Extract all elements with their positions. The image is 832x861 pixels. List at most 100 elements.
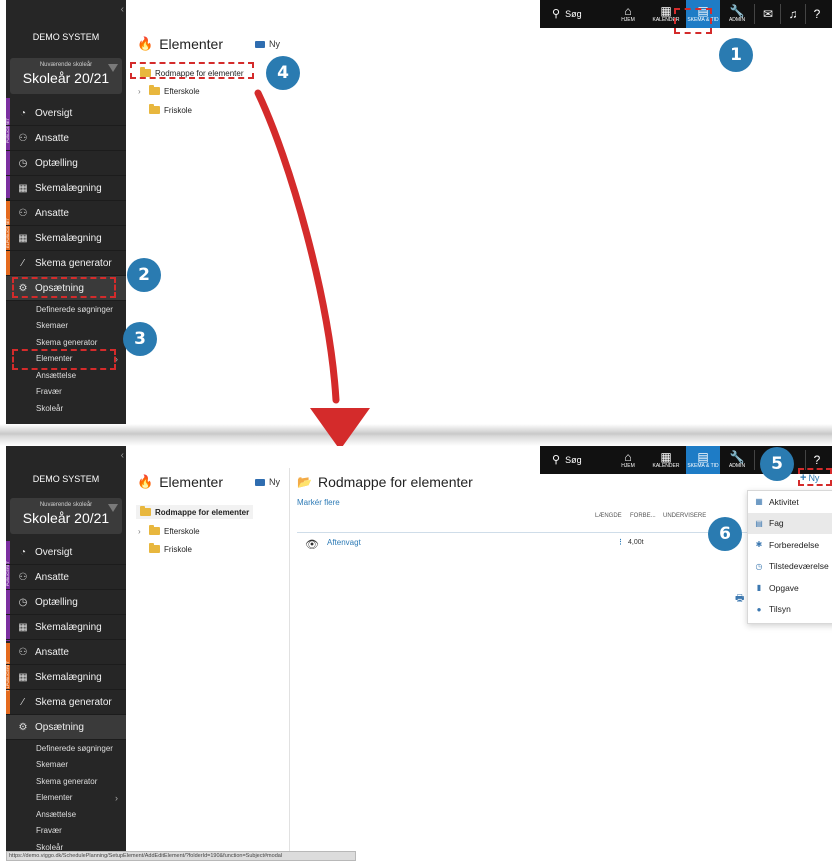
collapse-sidebar-icon[interactable]: ‹: [121, 450, 124, 461]
sidebar-item-oversigt[interactable]: ◔ Oversigt: [6, 540, 126, 565]
dropdown-item-aktivitet[interactable]: ▦ Aktivitet: [748, 491, 832, 513]
sidebar-item-skema-generator[interactable]: ⁄ Skema generator: [6, 690, 126, 715]
eye-icon[interactable]: 👁: [305, 538, 319, 551]
arrow-head-icon: [310, 408, 370, 450]
sidebar-item-skemalaegning[interactable]: ▦ Skemalægning: [6, 615, 126, 640]
new-folder-button[interactable]: Ny: [255, 477, 280, 487]
schedule-icon: ▤: [697, 450, 709, 464]
school-year-value: Skoleår 20/21: [22, 510, 110, 526]
home-icon: ⌂: [624, 450, 632, 464]
status-url-bar: https://demo.viggo.dk/SchedulePlanning/S…: [6, 851, 356, 861]
sidebar-item-skemalaegning-unpublished[interactable]: ▦ Skemalægning: [6, 665, 126, 690]
folder-icon: [149, 525, 160, 535]
column-header-forberedelse[interactable]: FORBE...: [630, 513, 656, 519]
sub-item-label: Definerede søgninger: [36, 743, 113, 753]
elements-heading: 🔥 Elementer: [137, 474, 223, 490]
elements-title: Elementer: [159, 474, 223, 490]
sidebar-item-ansatte-unpublished[interactable]: ⚇ Ansatte: [6, 640, 126, 665]
nav-skema-tid[interactable]: ▤ SKEMA & TID: [686, 446, 720, 474]
sub-item-ansaettelse[interactable]: Ansættelse: [6, 806, 126, 823]
dropdown-item-tilstedevaerelse[interactable]: ◷ Tilstedeværelse: [748, 556, 832, 578]
folder-icon: [140, 506, 151, 516]
help-icon: ?: [813, 453, 821, 467]
dropdown-item-label: Opgave: [769, 582, 799, 593]
dropdown-item-fag[interactable]: ▤ Fag: [748, 512, 832, 534]
dropdown-item-label: Fag: [769, 518, 784, 529]
dropdown-item-label: Forberedelse: [769, 539, 820, 550]
divider: [754, 450, 755, 470]
chevron-right-icon[interactable]: ›: [138, 527, 145, 536]
tree-folder-label: Efterskole: [164, 526, 200, 536]
kebab-menu-icon[interactable]: ⋮: [617, 539, 624, 546]
sub-item-elementer[interactable]: Elementer ›: [6, 790, 126, 807]
tree-folder-efterskole[interactable]: › Efterskole: [138, 524, 200, 538]
folder-icon: [255, 478, 265, 486]
sub-item-label: Skema generator: [36, 776, 98, 786]
wrench-icon: 🔧: [729, 450, 745, 464]
sub-item-skema-generator[interactable]: Skema generator: [6, 773, 126, 790]
dropdown-item-label: Tilsyn: [769, 604, 791, 615]
mark-more-link[interactable]: Markér flere: [297, 498, 340, 507]
person-icon: ✱: [755, 540, 763, 550]
flow-arrow-line: [254, 89, 340, 404]
sidebar-item-label: Skemalægning: [35, 671, 102, 683]
sidebar-item-ansatte[interactable]: ⚇ Ansatte: [6, 565, 126, 590]
sub-item-definerede-soegninger[interactable]: Definerede søgninger: [6, 740, 126, 757]
calendar-icon: ▦: [660, 450, 672, 464]
table-row-name[interactable]: Aftenvagt: [327, 538, 361, 547]
table-row-length: ⋮ 4,00t: [617, 538, 644, 546]
nav-kalender[interactable]: ▦ KALENDER: [648, 446, 684, 474]
tree-root-folder[interactable]: Rodmappe for elementer: [136, 505, 254, 519]
highlight-new-button: [798, 468, 832, 486]
tree-root-label: Rodmappe for elementer: [155, 507, 250, 517]
folder-icon: [149, 543, 160, 553]
sidebar-item-label: Skema generator: [35, 696, 112, 708]
folder-heading: 📂 Rodmappe for elementer: [297, 474, 473, 490]
sidebar-item-opsaetning[interactable]: ⚙ Opsætning: [6, 715, 126, 740]
calendar-grid-icon: ▦: [18, 621, 28, 633]
tree-folder-label: Friskole: [164, 544, 193, 554]
panel-bottom: ‹ DEMO SYSTEM Nuværende skoleår Skoleår …: [0, 446, 832, 861]
sub-item-label: Skemaer: [36, 760, 69, 770]
sub-item-label: Fravær: [36, 826, 62, 836]
sidebar-item-optaelling[interactable]: ◷ Optælling: [6, 590, 126, 615]
gear-icon: ⚙: [18, 721, 28, 733]
sidebar-item-label: Ansatte: [35, 646, 69, 658]
column-header-laengde[interactable]: LÆNGDE: [595, 513, 622, 519]
column-header-undervisere[interactable]: UNDERVISERE: [663, 513, 706, 519]
printer-icon[interactable]: 🖶: [735, 591, 744, 608]
dropdown-item-opgave[interactable]: ▮ Opgave: [748, 577, 832, 599]
search-button[interactable]: ⚲ Søg: [552, 446, 582, 474]
calendar-icon: ▦: [755, 497, 763, 507]
chevron-right-icon: ›: [115, 792, 118, 803]
nav-hjem-label: HJEM: [621, 463, 635, 469]
sub-item-fravaer[interactable]: Fravær: [6, 823, 126, 840]
sidebar-item-label: Oversigt: [35, 546, 73, 558]
dashboard-icon: ◔: [19, 546, 27, 558]
divider: [805, 450, 806, 470]
dropdown-item-label: Tilstedeværelse: [769, 561, 829, 572]
step-badge-6: 6: [708, 517, 742, 551]
sub-item-label: Ansættelse: [36, 809, 77, 819]
new-element-dropdown: ▦ Aktivitet ▤ Fag ✱ Forberedelse ◷ Tilstedev…: [747, 490, 832, 624]
panel-top: ‹ DEMO SYSTEM Nuværende skoleår Skoleår …: [0, 0, 832, 428]
dropdown-item-label: Aktivitet: [769, 496, 799, 507]
tree-folder-friskole[interactable]: Friskole: [149, 542, 192, 556]
school-year-label: Nuværende skoleår: [39, 502, 93, 508]
nav-admin[interactable]: 🔧 ADMIN: [722, 446, 752, 474]
eye-icon: ●: [756, 604, 762, 614]
sub-item-label: Elementer: [36, 793, 73, 803]
sidebar-item-label: Skemalægning: [35, 621, 102, 633]
stopwatch-icon: ◷: [755, 561, 763, 571]
open-folder-icon: 📂: [297, 475, 312, 489]
sub-item-skemaer[interactable]: Skemaer: [6, 757, 126, 774]
school-year-selector[interactable]: Nuværende skoleår Skoleår 20/21: [10, 498, 122, 534]
nav-hjem[interactable]: ⌂ HJEM: [610, 446, 646, 474]
folder-title: Rodmappe for elementer: [317, 474, 473, 490]
table-header-line: [297, 532, 747, 533]
system-name: DEMO SYSTEM: [32, 474, 100, 484]
dropdown-item-tilsyn[interactable]: ● Tilsyn: [748, 599, 832, 621]
new-folder-label: Ny: [269, 477, 280, 487]
dropdown-item-forberedelse[interactable]: ✱ Forberedelse: [748, 534, 832, 556]
magic-wand-icon: ⁄: [22, 696, 24, 708]
